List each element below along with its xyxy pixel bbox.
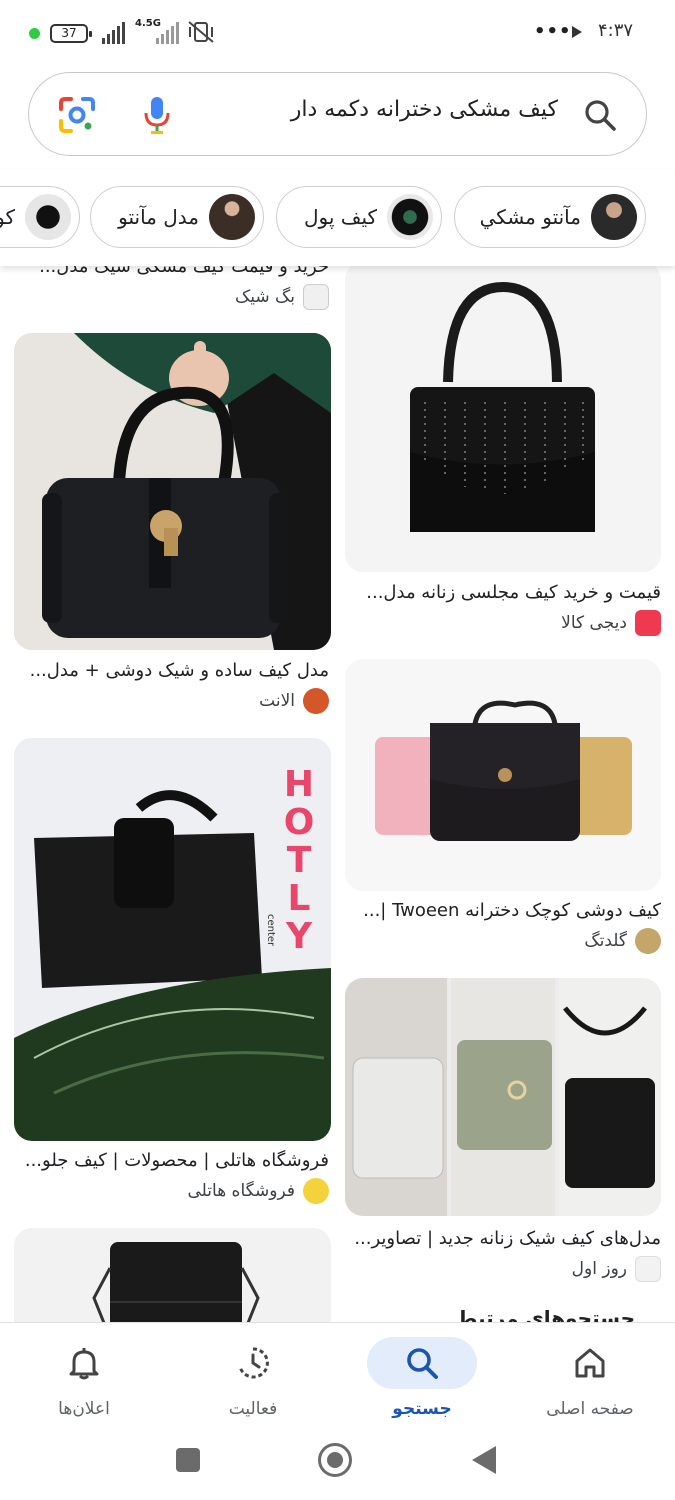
result-image[interactable]: [14, 333, 331, 650]
battery-indicator: 37: [50, 24, 92, 43]
result-source-label: روز اول: [571, 1259, 627, 1279]
signal-bars-icon: [102, 22, 125, 44]
hotly-sub-text: center: [265, 914, 276, 947]
result-source-label: الانت: [259, 691, 295, 711]
home-button-icon[interactable]: [318, 1443, 352, 1477]
chip-wallet[interactable]: كيف پول: [276, 186, 442, 248]
back-button-icon[interactable]: [472, 1446, 496, 1474]
result-source-label: دیجی کالا: [561, 613, 627, 633]
result-title[interactable]: مدل کیف ساده و شیک دوشی + مدل...: [30, 660, 329, 681]
chip-label: مدل مآنتو: [118, 205, 199, 229]
google-lens-icon[interactable]: [57, 95, 97, 135]
result-title[interactable]: کیف دوشی کوچک دخترانه Twoeen |...: [363, 900, 661, 921]
chip-manteau-model[interactable]: مدل مآنتو: [90, 186, 264, 248]
rooz-aval-favicon-icon: [635, 1256, 661, 1282]
home-icon: [575, 1348, 605, 1378]
alanet-favicon-icon: [303, 688, 329, 714]
evening-bag-image: [345, 262, 661, 572]
chip-label: مآنتو مشكي: [479, 205, 581, 229]
nav-home[interactable]: صفحه اصلی: [520, 1331, 660, 1431]
search-box[interactable]: کیف مشکی دخترانه دکمه دار: [28, 72, 647, 156]
bell-icon: [69, 1348, 99, 1380]
nav-search[interactable]: جستجو: [352, 1331, 492, 1431]
chip-thumbnail: [591, 194, 637, 240]
microphone-icon[interactable]: [141, 95, 173, 135]
nav-notifications-label: اعلان‌ها: [58, 1399, 110, 1419]
search-query-text[interactable]: کیف مشکی دخترانه دکمه دار: [291, 97, 558, 122]
nav-activity-icon-wrap: [198, 1337, 308, 1389]
media-playing-icon: [572, 26, 582, 38]
chip-label: كو: [0, 205, 15, 229]
nav-search-icon-wrap: [367, 1337, 477, 1389]
result-source[interactable]: بگ شیک: [235, 284, 329, 310]
result-source[interactable]: روز اول: [572, 1256, 661, 1282]
result-source[interactable]: فروشگاه هاتلی: [187, 1178, 329, 1204]
chip-partial[interactable]: كو: [0, 186, 80, 248]
result-source-label: بگ شیک: [235, 287, 295, 307]
digikala-favicon-icon: [635, 610, 661, 636]
more-notifications-icon: •••: [534, 21, 572, 42]
bagshik-favicon-icon: [303, 284, 329, 310]
hotly-favicon-icon: [303, 1178, 329, 1204]
nav-home-icon-wrap: [535, 1337, 645, 1389]
recents-button-icon[interactable]: [176, 1448, 200, 1472]
result-title[interactable]: قیمت و خرید کیف مجلسی زنانه مدل...: [366, 582, 661, 603]
bottom-navigation: صفحه اصلی جستجو فعالیت اعلان‌ها: [0, 1322, 675, 1432]
nav-notifications-icon-wrap: [29, 1337, 139, 1389]
result-image[interactable]: [14, 1228, 331, 1322]
nav-activity-label: فعالیت: [228, 1399, 278, 1419]
result-source-label: گلدتگ: [584, 931, 627, 951]
black-wallet-image: [14, 1228, 331, 1322]
result-image[interactable]: [345, 262, 661, 572]
black-handbag-image: [14, 333, 331, 650]
result-source[interactable]: گلدتگ: [584, 928, 661, 954]
chip-thumbnail: [387, 194, 433, 240]
privacy-indicator-icon: [29, 28, 40, 39]
goldtag-favicon-icon: [635, 928, 661, 954]
status-bar: 37 4.5G ••• ۴:۳۷: [0, 0, 675, 64]
result-title[interactable]: مدل‌های کیف شیک زنانه جدید | تصاویر...: [354, 1228, 661, 1249]
system-navigation-bar: [0, 1432, 675, 1500]
result-source[interactable]: الانت: [259, 688, 329, 714]
chip-thumbnail: [209, 194, 255, 240]
related-chips-bar: مآنتو مشكي كيف پول مدل مآنتو كو: [0, 170, 675, 266]
result-image[interactable]: HOTLY center: [14, 738, 331, 1141]
result-image[interactable]: [345, 978, 661, 1216]
nav-activity[interactable]: فعالیت: [183, 1331, 323, 1431]
result-image[interactable]: [345, 659, 661, 891]
screen: { "status_bar": { "battery": "37", "netw…: [0, 0, 675, 1500]
result-source-label: فروشگاه هاتلی: [187, 1181, 295, 1201]
chip-thumbnail: [25, 194, 71, 240]
activity-history-icon: [238, 1347, 269, 1379]
result-title[interactable]: فروشگاه هاتلی | محصولات | کیف جلو...: [25, 1150, 329, 1171]
search-icon: [585, 100, 616, 131]
result-source[interactable]: دیجی کالا: [561, 610, 661, 636]
nav-search-label: جستجو: [392, 1399, 452, 1419]
nav-notifications[interactable]: اعلان‌ها: [14, 1331, 154, 1431]
chip-black-manteau[interactable]: مآنتو مشكي: [454, 186, 646, 248]
hotly-brand-text: HOTLY: [283, 764, 315, 957]
related-searches-heading: جستجوهای مرتبط: [456, 1306, 635, 1322]
chip-label: كيف پول: [303, 205, 377, 229]
clock: ۴:۳۷: [598, 20, 634, 41]
nav-home-label: صفحه اصلی: [546, 1399, 634, 1419]
signal-bars-2-icon: [156, 22, 179, 44]
three-bags-image: [345, 659, 661, 891]
bag-collage-image: [345, 978, 661, 1216]
vibrate-off-icon: [188, 21, 214, 43]
search-icon: [407, 1348, 438, 1379]
